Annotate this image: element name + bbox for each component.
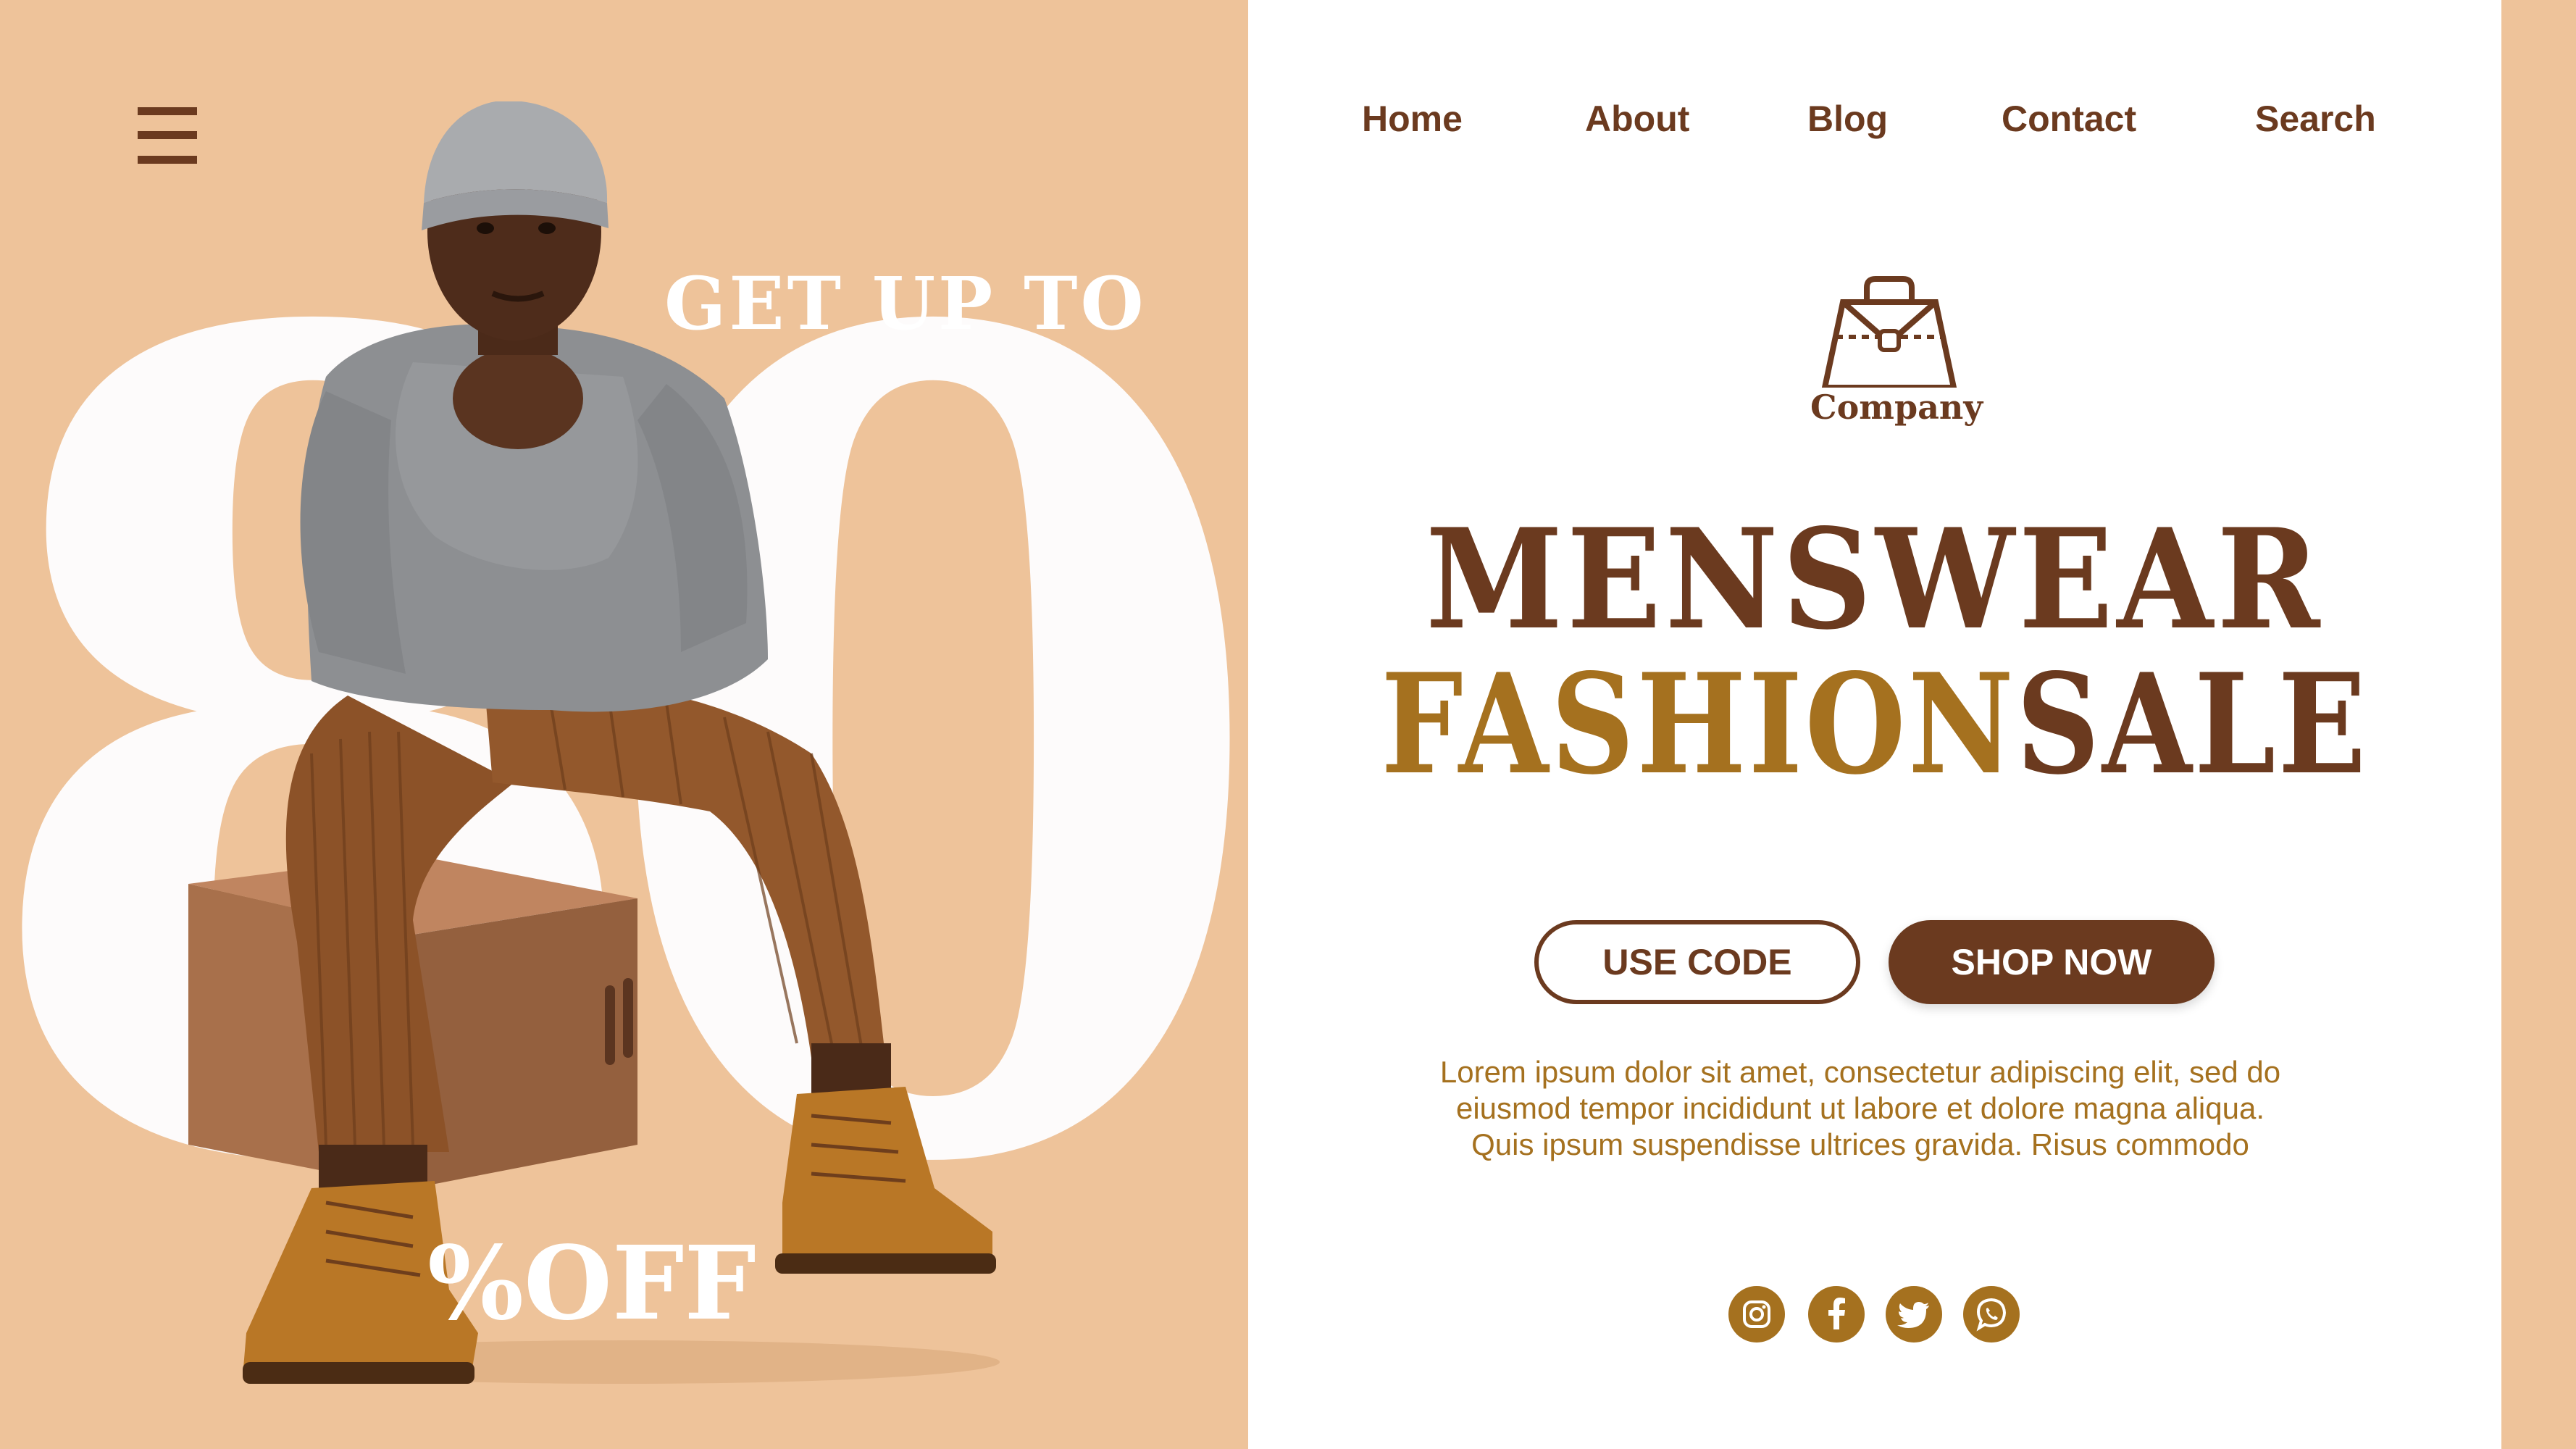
description-line: Quis ipsum suspendisse ultrices gravida.… bbox=[1471, 1127, 2249, 1161]
company-name: Company bbox=[1810, 388, 1983, 427]
description-text: Lorem ipsum dolor sit amet, consectetur … bbox=[1375, 1054, 2346, 1163]
nav-contact-link[interactable]: Contact bbox=[2002, 98, 2136, 140]
model-photo bbox=[188, 101, 1000, 1384]
content-panel: Home About Blog Contact Search Company M… bbox=[1248, 0, 2501, 1449]
promo-bottom-text: %OFF bbox=[427, 1224, 756, 1343]
headline-menswear: MENSWEAR bbox=[1426, 498, 2324, 660]
headline-fashion-word: FASHION bbox=[1381, 643, 2017, 805]
shop-now-button[interactable]: SHOP NOW bbox=[1889, 920, 2215, 1004]
description-line: eiusmod tempor incididunt ut labore et d… bbox=[1455, 1091, 2265, 1125]
use-code-button[interactable]: USE CODE bbox=[1534, 920, 1860, 1004]
top-nav: Home About Blog Contact Search bbox=[1248, 98, 2501, 156]
nav-blog-link[interactable]: Blog bbox=[1807, 98, 1888, 140]
promo-panel: 80 GET UP TO bbox=[0, 0, 1248, 1449]
nav-home-link[interactable]: Home bbox=[1362, 98, 1463, 140]
nav-about-link[interactable]: About bbox=[1585, 98, 1689, 140]
nav-search-link[interactable]: Search bbox=[2255, 98, 2376, 140]
company-logo: Company bbox=[1810, 272, 1983, 438]
whatsapp-icon[interactable] bbox=[1963, 1286, 2020, 1342]
instagram-icon[interactable] bbox=[1728, 1286, 1785, 1342]
twitter-icon[interactable] bbox=[1886, 1286, 1942, 1342]
facebook-icon[interactable] bbox=[1808, 1286, 1865, 1342]
headline-sale-word: SALE bbox=[2016, 643, 2369, 805]
handbag-icon bbox=[1821, 276, 1957, 391]
headline-fashion-sale: FASHIONSALE bbox=[1348, 656, 2401, 793]
description-line: Lorem ipsum dolor sit amet, consectetur … bbox=[1439, 1055, 2281, 1089]
